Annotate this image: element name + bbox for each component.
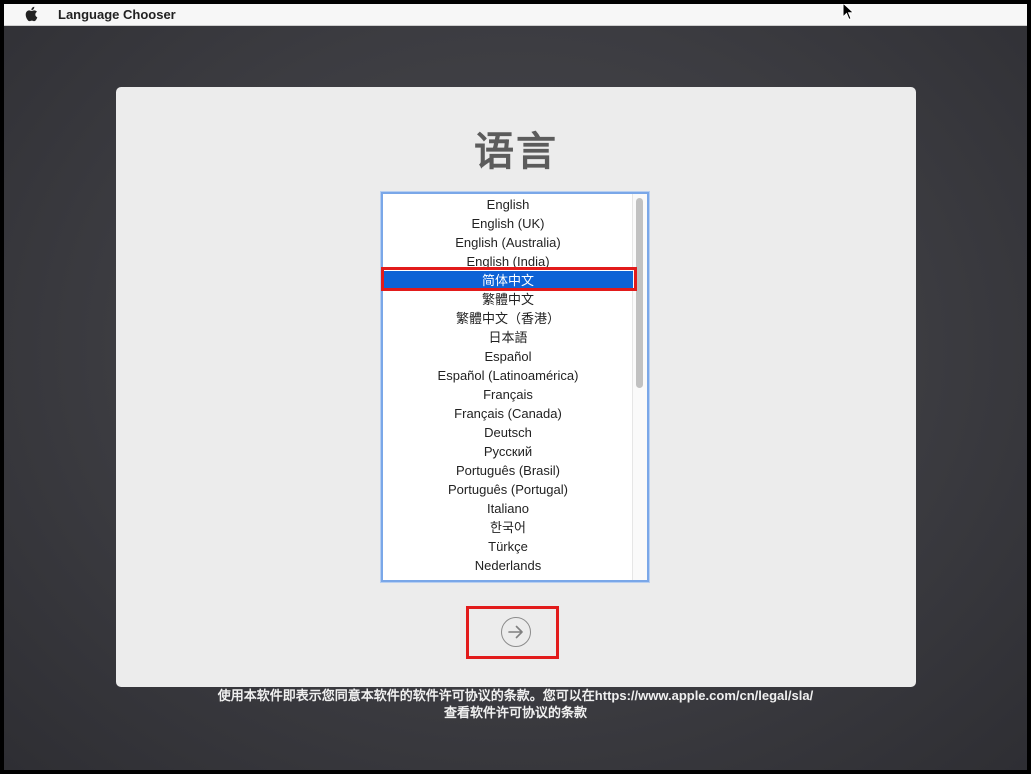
language-option[interactable]: 한국어 <box>383 518 633 537</box>
mouse-cursor-icon <box>842 4 855 21</box>
apple-icon[interactable] <box>24 6 38 22</box>
license-text: 使用本软件即表示您同意本软件的软件许可协议的条款。您可以在 <box>217 688 595 703</box>
language-option[interactable]: Português (Portugal) <box>383 480 633 499</box>
menu-app-title[interactable]: Language Chooser <box>58 6 176 23</box>
arrow-right-circle-icon <box>508 625 523 639</box>
language-option[interactable]: English <box>383 195 633 214</box>
language-option[interactable]: 繁體中文 <box>383 290 633 309</box>
language-option[interactable]: Español <box>383 347 633 366</box>
list-scrollbar[interactable] <box>632 194 647 580</box>
language-option[interactable]: Français <box>383 385 633 404</box>
language-option[interactable]: English (Australia) <box>383 233 633 252</box>
language-list[interactable]: English English (UK) English (Australia) En… <box>381 192 649 582</box>
language-option[interactable]: English (UK) <box>383 214 633 233</box>
language-option[interactable]: Português (Brasil) <box>383 461 633 480</box>
desktop-screen: Language Chooser 语言 English English (UK) E… <box>4 4 1027 770</box>
language-option[interactable]: Deutsch <box>383 423 633 442</box>
language-option[interactable]: Türkçe <box>383 537 633 556</box>
language-option[interactable]: 简体中文 <box>383 271 633 290</box>
language-option[interactable]: English (India) <box>383 252 633 271</box>
language-option[interactable]: Nederlands <box>383 556 633 575</box>
page-title: 语言 <box>474 129 558 175</box>
language-panel: 语言 English English (UK) English (Australia… <box>116 87 916 687</box>
license-link[interactable]: https://www.apple.com/cn/legal/sla/ <box>595 688 813 703</box>
license-notice: 使用本软件即表示您同意本软件的软件许可协议的条款。您可以在https://www… <box>4 687 1027 721</box>
language-option[interactable]: 繁體中文（香港） <box>383 309 633 328</box>
scroll-thumb[interactable] <box>636 198 643 388</box>
continue-button[interactable] <box>501 617 531 647</box>
language-option[interactable]: Русский <box>383 442 633 461</box>
language-option[interactable]: Italiano <box>383 499 633 518</box>
license-line-1: 使用本软件即表示您同意本软件的软件许可协议的条款。您可以在https://www… <box>4 687 1027 704</box>
language-option[interactable]: 日本語 <box>383 328 633 347</box>
menu-bar: Language Chooser <box>4 4 1027 26</box>
language-option[interactable]: Español (Latinoamérica) <box>383 366 633 385</box>
language-option[interactable]: Français (Canada) <box>383 404 633 423</box>
license-line-2: 查看软件许可协议的条款 <box>443 705 587 720</box>
